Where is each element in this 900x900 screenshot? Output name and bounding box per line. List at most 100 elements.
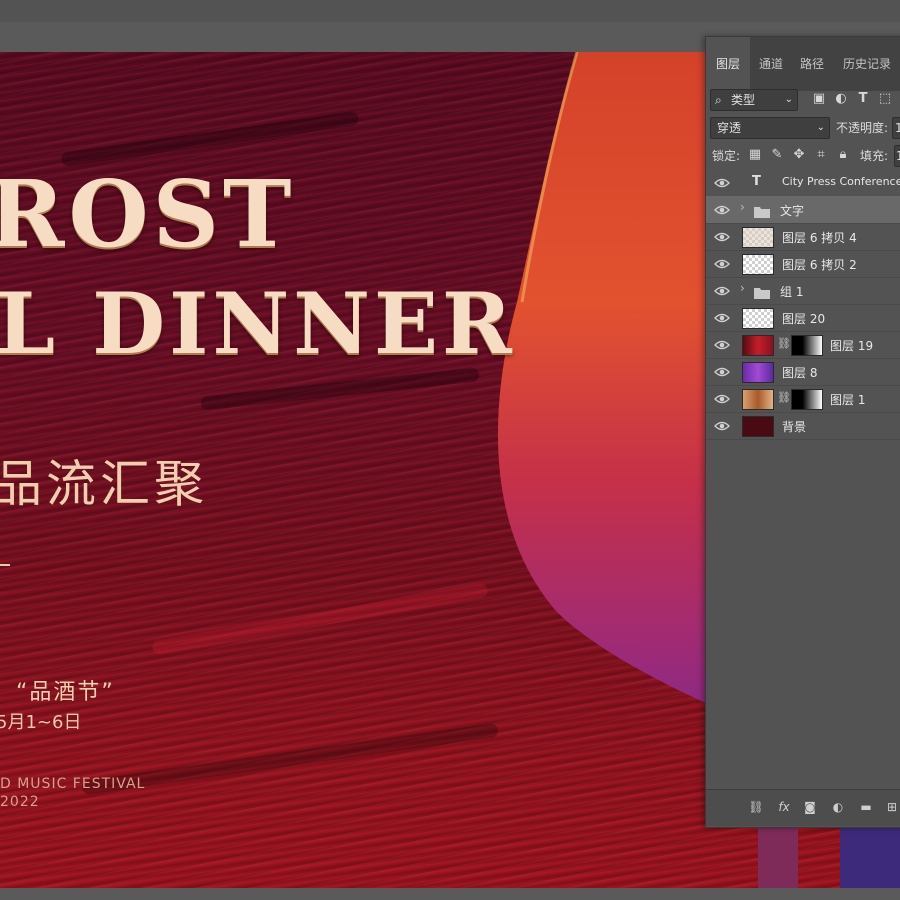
- adjustment-layer-icon[interactable]: ◐: [830, 800, 846, 814]
- eye-icon[interactable]: [714, 418, 730, 432]
- eye-icon[interactable]: [714, 202, 730, 216]
- tab-layers-label: 图层: [715, 57, 740, 71]
- layer-name: 图层 6 拷贝 4: [782, 231, 857, 245]
- english-subtitle: D MUSIC FESTIVAL: [0, 776, 146, 792]
- layer-row[interactable]: 图层 20: [706, 304, 900, 332]
- filter-kind-label: 类型: [731, 93, 756, 107]
- new-layer-icon[interactable]: ⊞: [884, 800, 900, 814]
- fx-icon[interactable]: fx: [776, 800, 792, 814]
- top-bar: [0, 0, 900, 22]
- lock-label: 锁定:: [712, 149, 741, 163]
- fill-value: 1: [896, 149, 900, 163]
- layer-name: 图层 6 拷贝 2: [782, 258, 857, 272]
- date-text: 5月1~6日: [0, 712, 82, 733]
- layer-thumbnail: [742, 416, 774, 437]
- poster-title-line1: ROST: [0, 160, 296, 268]
- blend-mode-select[interactable]: 穿透 ⌄: [710, 117, 830, 139]
- filter-kind-select[interactable]: ⌕ 类型 ⌄: [710, 89, 798, 111]
- fill-input[interactable]: 1: [894, 145, 900, 167]
- layer-thumbnail: [742, 389, 774, 410]
- panel-tabs: 图层 通道 路径 历史记录: [706, 37, 900, 91]
- lock-brush-icon[interactable]: ✎: [770, 147, 784, 162]
- layer-row[interactable]: ⛓︎ 图层 1: [706, 385, 900, 413]
- opacity-label: 不透明度:: [836, 121, 889, 135]
- layer-row-selected[interactable]: › 文字: [706, 196, 900, 224]
- layer-thumbnail: [742, 254, 774, 275]
- eye-icon[interactable]: [714, 283, 730, 297]
- folder-icon: [754, 284, 770, 299]
- festival-text: “品酒节”: [16, 680, 115, 705]
- layer-mask-thumbnail: [791, 389, 823, 410]
- layer-row[interactable]: ⛓︎ 图层 19: [706, 331, 900, 359]
- color-stripe: [758, 822, 798, 888]
- folder-icon: [754, 203, 770, 218]
- lock-move-icon[interactable]: ✥: [792, 147, 806, 162]
- divider: [0, 564, 10, 566]
- eye-icon[interactable]: [714, 175, 730, 189]
- layer-row[interactable]: 背景: [706, 412, 900, 440]
- color-stripe: [840, 822, 900, 888]
- brush-stroke: [151, 582, 489, 656]
- layers-panel: 图层 通道 路径 历史记录 ⌕ 类型 ⌄ ▣ ◐ T ⬚ 穿透 ⌄ 不透明度: …: [705, 36, 900, 828]
- eye-icon[interactable]: [714, 310, 730, 324]
- tab-layers[interactable]: 图层: [706, 37, 750, 91]
- layer-row[interactable]: › 组 1: [706, 277, 900, 305]
- brush-stroke: [200, 367, 480, 411]
- eye-icon[interactable]: [714, 229, 730, 243]
- layer-thumbnail: [742, 227, 774, 248]
- layer-row[interactable]: 图层 8: [706, 358, 900, 386]
- eye-icon[interactable]: [714, 364, 730, 378]
- opacity-input[interactable]: 1: [892, 117, 900, 139]
- poster-title-line2: L DINNER: [0, 274, 516, 373]
- layer-row[interactable]: T City Press Conference a: [706, 169, 900, 197]
- chevron-down-icon: ⌄: [784, 94, 793, 105]
- image-filter-icon[interactable]: ▣: [812, 91, 826, 106]
- layer-name: 背景: [782, 420, 807, 434]
- eye-icon[interactable]: [714, 256, 730, 270]
- tab-history[interactable]: 历史记录: [832, 37, 900, 91]
- link-layers-icon[interactable]: ⛓︎: [748, 800, 764, 814]
- chain-link-icon[interactable]: ⛓︎: [777, 337, 791, 350]
- type-filter-icon[interactable]: T: [856, 91, 870, 106]
- chain-link-icon[interactable]: ⛓︎: [777, 391, 791, 404]
- lock-artboard-icon[interactable]: ⌗: [814, 147, 828, 162]
- search-icon: ⌕: [715, 93, 722, 107]
- new-group-icon[interactable]: ▬: [858, 800, 874, 814]
- chevron-right-icon[interactable]: ›: [740, 281, 745, 295]
- lock-transparent-icon[interactable]: ▦: [748, 147, 762, 162]
- layer-name: City Press Conference a: [782, 175, 900, 188]
- poster-cn-title: 品流汇聚: [0, 455, 208, 513]
- layer-thumbnail: [742, 308, 774, 329]
- layer-row[interactable]: 图层 6 拷贝 4: [706, 223, 900, 251]
- layer-name: 文字: [780, 204, 805, 218]
- fill-label: 填充:: [860, 149, 889, 163]
- layer-name: 图层 1: [830, 393, 866, 407]
- brush-stroke: [60, 111, 360, 167]
- shape-filter-icon[interactable]: ⬚: [878, 91, 892, 106]
- layer-thumbnail: [742, 362, 774, 383]
- blend-mode-label: 穿透: [717, 121, 742, 135]
- layer-name: 图层 19: [830, 339, 874, 353]
- layer-row[interactable]: 图层 6 拷贝 2: [706, 250, 900, 278]
- year-text: 2022: [0, 794, 40, 810]
- tab-history-label: 历史记录: [842, 57, 891, 71]
- layer-name: 图层 8: [782, 366, 818, 380]
- tab-channels-label: 通道: [758, 57, 783, 71]
- add-mask-icon[interactable]: ◙: [802, 800, 818, 814]
- layer-thumbnail: [742, 335, 774, 356]
- tab-paths-label: 路径: [799, 57, 824, 71]
- adjustment-filter-icon[interactable]: ◐: [834, 91, 848, 106]
- chevron-right-icon[interactable]: ›: [740, 200, 745, 214]
- tab-paths[interactable]: 路径: [792, 37, 832, 91]
- lock-all-icon[interactable]: 🔒︎: [836, 147, 850, 162]
- layer-name: 图层 20: [782, 312, 826, 326]
- layer-mask-thumbnail: [791, 335, 823, 356]
- text-layer-icon: T: [752, 174, 761, 189]
- tab-channels[interactable]: 通道: [750, 37, 792, 91]
- eye-icon[interactable]: [714, 337, 730, 351]
- chevron-down-icon: ⌄: [816, 122, 825, 133]
- opacity-value: 1: [895, 121, 900, 135]
- layer-name: 组 1: [780, 285, 804, 299]
- layers-bottom-toolbar: ⛓︎ fx ◙ ◐ ▬ ⊞: [706, 789, 900, 826]
- eye-icon[interactable]: [714, 391, 730, 405]
